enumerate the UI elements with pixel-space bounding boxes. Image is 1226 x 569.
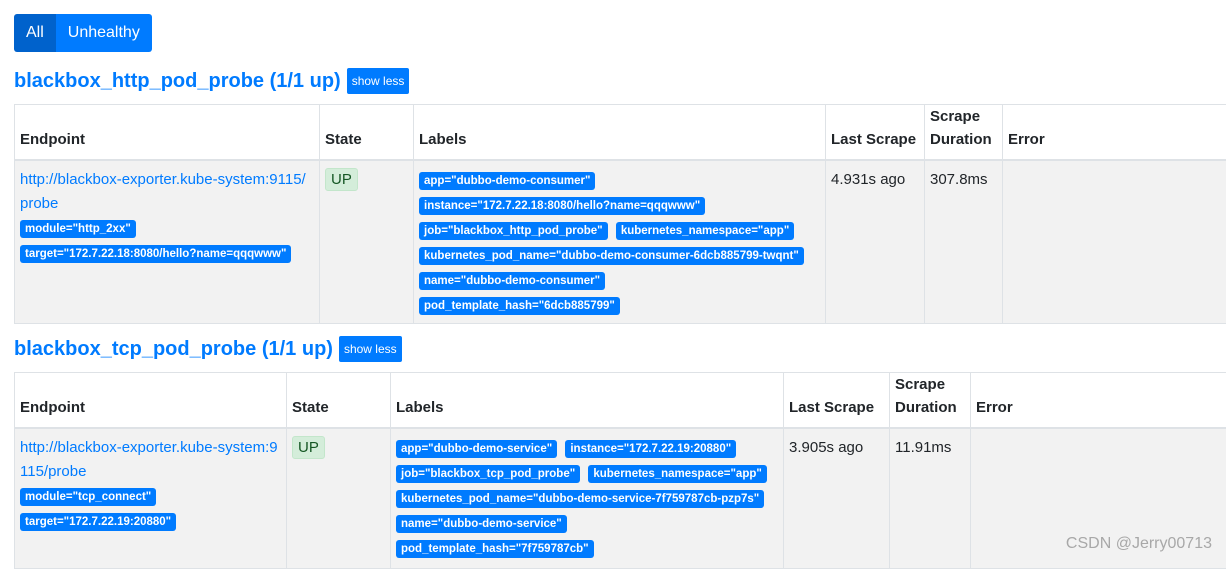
header-error: Error <box>1003 105 1226 161</box>
targets-table: Endpoint State Labels Last Scrape Scrape… <box>14 372 1226 569</box>
filter-all-button[interactable]: All <box>14 14 56 52</box>
table-header-row: Endpoint State Labels Last Scrape Scrape… <box>15 373 1226 429</box>
header-error: Error <box>971 373 1226 429</box>
header-scrape-duration: Scrape Duration <box>925 105 1003 161</box>
endpoint-cell: http://blackbox-exporter.kube-system:911… <box>15 160 320 324</box>
pool-title: blackbox_tcp_pod_probe (1/1 up) <box>14 338 333 361</box>
header-endpoint: Endpoint <box>15 105 320 161</box>
label-badge: name="dubbo-demo-service" <box>396 515 567 533</box>
table-header-row: Endpoint State Labels Last Scrape Scrape… <box>15 105 1226 161</box>
label-badge: instance="172.7.22.19:20880" <box>565 440 736 458</box>
label-badge: kubernetes_namespace="app" <box>588 465 766 483</box>
state-cell: UP <box>320 160 414 324</box>
header-scrape-duration: Scrape Duration <box>890 373 971 429</box>
pool-header: blackbox_tcp_pod_probe (1/1 up) show les… <box>14 334 1226 364</box>
label-badge: kubernetes_pod_name="dubbo-demo-consumer… <box>419 247 804 265</box>
last-scrape-cell: 4.931s ago <box>826 160 925 324</box>
endpoint-param-badge: target="172.7.22.18:8080/hello?name=qqqw… <box>20 245 291 263</box>
labels-cell: app="dubbo-demo-service" instance="172.7… <box>391 428 784 568</box>
header-state: State <box>287 373 391 429</box>
label-badge: instance="172.7.22.18:8080/hello?name=qq… <box>419 197 705 215</box>
label-badge: app="dubbo-demo-consumer" <box>419 172 595 190</box>
labels-cell: app="dubbo-demo-consumer" instance="172.… <box>414 160 826 324</box>
header-endpoint: Endpoint <box>15 373 287 429</box>
endpoint-link[interactable]: http://blackbox-exporter.kube-system:911… <box>20 436 281 484</box>
show-less-button[interactable]: show less <box>339 336 402 362</box>
label-badge: kubernetes_pod_name="dubbo-demo-service-… <box>396 490 764 508</box>
targets-table: Endpoint State Labels Last Scrape Scrape… <box>14 104 1226 324</box>
scrape-duration-cell: 11.91ms <box>890 428 971 568</box>
endpoint-cell: http://blackbox-exporter.kube-system:911… <box>15 428 287 568</box>
header-last-scrape: Last Scrape <box>784 373 890 429</box>
pool-section-http: blackbox_http_pod_probe (1/1 up) show le… <box>14 66 1226 324</box>
state-badge: UP <box>325 168 358 191</box>
endpoint-param-badge: module="http_2xx" <box>20 220 136 238</box>
last-scrape-cell: 3.905s ago <box>784 428 890 568</box>
scrape-duration-cell: 307.8ms <box>925 160 1003 324</box>
label-badge: job="blackbox_http_pod_probe" <box>419 222 608 240</box>
header-state: State <box>320 105 414 161</box>
pool-header: blackbox_http_pod_probe (1/1 up) show le… <box>14 66 1226 96</box>
endpoint-param-badge: module="tcp_connect" <box>20 488 156 506</box>
filter-unhealthy-button[interactable]: Unhealthy <box>56 14 152 52</box>
label-badge: app="dubbo-demo-service" <box>396 440 557 458</box>
state-cell: UP <box>287 428 391 568</box>
watermark: CSDN @Jerry00713 <box>1066 535 1212 553</box>
pool-title: blackbox_http_pod_probe (1/1 up) <box>14 70 341 93</box>
label-badge: kubernetes_namespace="app" <box>616 222 794 240</box>
pool-section-tcp: blackbox_tcp_pod_probe (1/1 up) show les… <box>14 334 1226 569</box>
table-row: http://blackbox-exporter.kube-system:911… <box>15 160 1226 324</box>
header-last-scrape: Last Scrape <box>826 105 925 161</box>
label-badge: pod_template_hash="6dcb885799" <box>419 297 620 315</box>
endpoint-param-badge: target="172.7.22.19:20880" <box>20 513 176 531</box>
filter-button-group: All Unhealthy <box>14 14 152 52</box>
show-less-button[interactable]: show less <box>347 68 410 94</box>
label-badge: pod_template_hash="7f759787cb" <box>396 540 594 558</box>
table-row: http://blackbox-exporter.kube-system:911… <box>15 428 1226 568</box>
endpoint-link[interactable]: http://blackbox-exporter.kube-system:911… <box>20 168 314 216</box>
label-badge: job="blackbox_tcp_pod_probe" <box>396 465 580 483</box>
header-labels: Labels <box>414 105 826 161</box>
state-badge: UP <box>292 436 325 459</box>
error-cell <box>1003 160 1226 324</box>
header-labels: Labels <box>391 373 784 429</box>
label-badge: name="dubbo-demo-consumer" <box>419 272 605 290</box>
